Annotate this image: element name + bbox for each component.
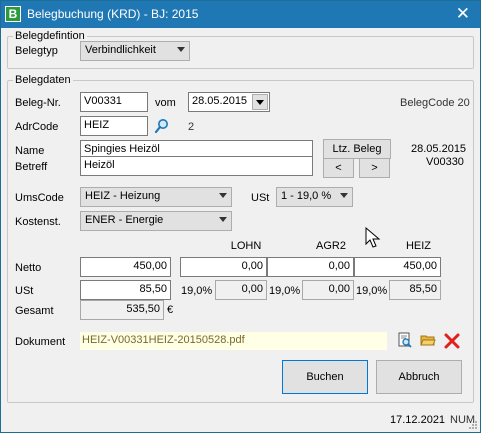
ust-agr2-value: 0,00 (302, 280, 354, 300)
netto-total-input[interactable]: 450,00 (80, 257, 171, 277)
ltz-beleg-nr: V00330 (426, 156, 464, 168)
umscode-value: HEIZ - Heizung (85, 190, 161, 202)
preview-document-icon[interactable] (397, 332, 413, 348)
belegcode-text: BelegCode 20 (400, 97, 470, 109)
folder-open-icon[interactable] (420, 332, 436, 348)
name-label: Name (15, 145, 45, 157)
close-icon[interactable]: ✕ (456, 4, 470, 24)
delete-icon[interactable] (444, 333, 460, 349)
calendar-dropdown-icon[interactable] (252, 94, 268, 110)
chevron-down-icon (219, 217, 227, 222)
ust-rate-heiz: 19,0% (356, 285, 388, 297)
column-header-lohn: LOHN (230, 240, 262, 252)
chevron-down-icon (340, 193, 348, 198)
dokument-label: Dokument (15, 336, 66, 348)
belegdaten-group-label: Belegdaten (13, 74, 73, 86)
belegnr-label: Beleg-Nr. (15, 97, 61, 109)
vom-date-value: 28.05.2015 (192, 95, 248, 107)
belegdefinition-group-label: Belegdefintion (13, 30, 87, 42)
ust-select-value: 1 - 19,0 % (281, 190, 332, 202)
belegtyp-label: Belegtyp (15, 45, 58, 57)
ltz-beleg-button[interactable]: Ltz. Beleg (323, 139, 391, 159)
search-icon[interactable] (154, 118, 170, 134)
umscode-label: UmsCode (15, 192, 64, 204)
dokument-path[interactable]: HEIZ-V00331HEIZ-20150528.pdf (80, 332, 387, 350)
kostenst-label: Kostenst. (15, 216, 61, 228)
netto-label: Netto (15, 262, 42, 274)
netto-lohn-input[interactable]: 0,00 (180, 257, 267, 277)
vom-label: vom (155, 97, 176, 109)
gesamt-label: Gesamt (15, 305, 54, 317)
resize-grip-icon[interactable] (468, 420, 478, 430)
column-header-heiz: HEIZ (405, 240, 432, 252)
ust-rate-agr2: 19,0% (269, 285, 301, 297)
ltz-beleg-date: 28.05.2015 (411, 143, 467, 155)
ust-total-input[interactable]: 85,50 (80, 280, 171, 300)
ust-rate-lohn: 19,0% (181, 285, 213, 297)
window-title: Belegbuchung (KRD) - BJ: 2015 (27, 7, 199, 21)
chevron-down-icon (219, 193, 227, 198)
app-logo-icon: B (5, 6, 21, 22)
chevron-down-icon (177, 47, 185, 52)
adrcode-count: 2 (188, 121, 195, 133)
status-date: 17.12.2021 (390, 414, 446, 426)
betreff-input[interactable]: Heizöl (80, 156, 313, 176)
ust-lohn-value: 0,00 (215, 280, 267, 300)
adrcode-input[interactable]: HEIZ (80, 116, 148, 136)
adrcode-label: AdrCode (15, 121, 59, 133)
vom-date-picker[interactable]: 28.05.2015 (188, 92, 270, 112)
kostenst-value: ENER - Energie (85, 214, 164, 226)
netto-heiz-input[interactable]: 450,00 (354, 257, 441, 277)
buchen-button[interactable]: Buchen (282, 360, 368, 394)
kostenst-select[interactable]: ENER - Energie (80, 211, 232, 231)
column-header-agr2: AGR2 (316, 240, 346, 252)
dialog-window: B Belegbuchung (KRD) - BJ: 2015 ✕ Belegd… (0, 0, 481, 433)
ust-select[interactable]: 1 - 19,0 % (276, 187, 353, 207)
ust-select-label: USt (251, 192, 270, 204)
title-bar[interactable]: B Belegbuchung (KRD) - BJ: 2015 ✕ (1, 1, 480, 28)
belegdefinition-group: Belegdefintion (7, 30, 474, 69)
betreff-label: Betreff (15, 161, 48, 173)
next-beleg-button[interactable]: > (359, 158, 390, 178)
netto-agr2-input[interactable]: 0,00 (267, 257, 354, 277)
gesamt-value: 535,50 (80, 300, 164, 320)
belegnr-input[interactable]: V00331 (80, 92, 148, 112)
belegtyp-select[interactable]: Verbindlichkeit (80, 41, 190, 61)
abbruch-button[interactable]: Abbruch (376, 360, 462, 394)
ust-row-label: USt (15, 285, 34, 297)
prev-beleg-button[interactable]: < (323, 158, 354, 178)
belegtyp-value: Verbindlichkeit (85, 44, 156, 56)
ust-heiz-value: 85,50 (389, 280, 441, 300)
umscode-select[interactable]: HEIZ - Heizung (80, 187, 232, 207)
currency-symbol: € (167, 304, 174, 316)
